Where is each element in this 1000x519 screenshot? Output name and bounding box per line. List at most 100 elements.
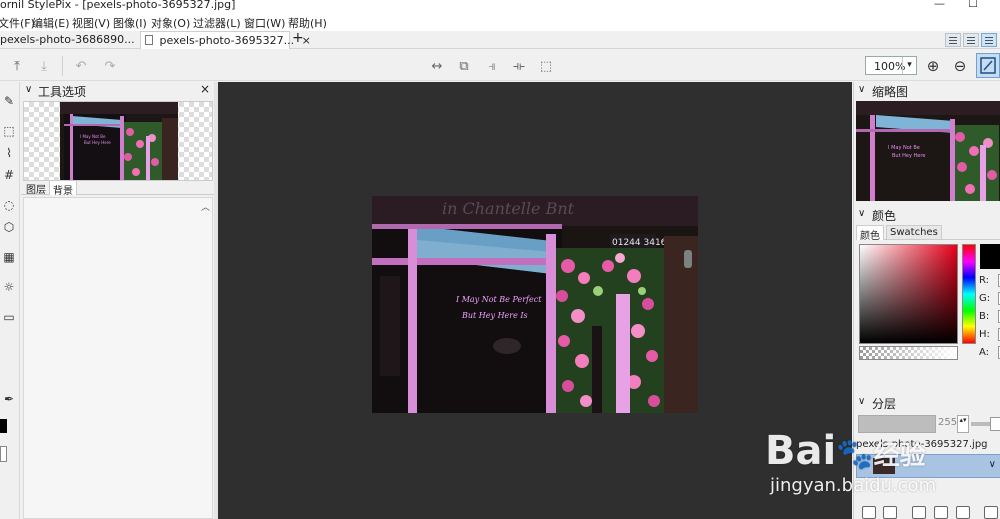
main-toolbar: ⤒ ⤓ ↶ ↷ ↔ ⧉ ⫣ ⟛ ⬚ 100% ▾ ⊕ ⊖ [0,50,1000,81]
layer-controls: 255 ▴▾ [856,415,1000,435]
subtab-background[interactable]: 背景 [49,180,77,197]
channel-r-label: R: [979,275,990,286]
layer-thumbnail [873,458,895,474]
crop-canvas-icon[interactable]: ⬚ [537,57,555,75]
layers-icon[interactable]: ⧉ [455,57,473,75]
svg-text:But Hey Here: But Hey Here [84,140,111,145]
toolbar-divider [62,56,63,76]
chevron-down-icon[interactable]: ∨ [989,459,996,470]
tab-color[interactable]: 颜色 [856,225,884,242]
collapse-icon[interactable]: ∨ [25,84,32,95]
paperclip-icon[interactable]: ✎ [0,94,18,110]
zoom-value: 100% [874,60,906,73]
background-color-swatch[interactable] [0,446,7,462]
menu-bar: 文件(F) 编辑(E) 视图(V) 图像(I) 对象(O) 过滤器(L) 窗口(… [0,13,1000,31]
view-mode-3-icon[interactable] [981,33,997,47]
foreground-color-swatch[interactable] [0,419,7,433]
merge-layer-icon[interactable] [934,506,948,519]
menu-file[interactable]: 文件(F) [0,15,35,31]
maximize-button[interactable]: ☐ [968,0,978,10]
menu-filter[interactable]: 过滤器(L) [193,15,241,31]
opacity-value[interactable]: 255 [938,417,957,428]
photo-neon-line2: But Hey Here Is [461,311,528,320]
channel-g-label: G: [979,293,991,304]
tab-document-1[interactable]: pexels-photo-3686890... [0,31,136,49]
collapse-icon[interactable]: ∨ [858,396,865,407]
tool-strip: ✎ ⬚ ⌇ # ◌ ⬡ ▦ ☼ ▭ ✒ [0,82,20,519]
eraser-icon[interactable]: ◌ [0,198,18,214]
hue-slider[interactable] [962,244,976,344]
channel-h-label: H: [979,329,990,340]
panel-title: 分层 [872,397,897,411]
channel-b-label: B: [979,311,990,322]
tab-document-2[interactable]: pexels-photo-3695327... × [140,31,311,49]
gradient-icon[interactable]: ▦ [0,250,18,266]
subtab-layer[interactable]: 图层 [23,180,49,196]
copy-layer-icon[interactable] [912,506,926,519]
color-header: ∨ 颜色 [854,206,1000,224]
right-panels: ∨ 缩略图 I May Not Be But Hey Here ∨ 颜色 颜色 … [853,82,1000,519]
lasso-icon[interactable]: ⌇ [0,146,18,162]
color-tabs: 颜色 Swatches [856,225,1000,242]
opacity-slider[interactable] [971,422,991,426]
new-tab-button[interactable]: + [292,30,304,46]
color-picker-field[interactable] [859,244,958,344]
minimize-button[interactable]: — [934,0,945,10]
scroll-up-icon[interactable]: ︿ [201,200,210,213]
align-icon[interactable]: ⫣ [483,57,501,75]
view-mode-1-icon[interactable] [945,33,961,47]
tab-label: pexels-photo-3695327... [159,34,295,47]
undo-icon[interactable]: ↶ [72,57,90,75]
view-mode-2-icon[interactable] [963,33,979,47]
navigator-thumbnail[interactable]: I May Not Be But Hey Here [856,101,1000,201]
layer-name: pexels-photo-3695327.jpg [856,439,988,450]
zoom-select[interactable]: 100% ▾ [865,56,917,75]
eyedropper-icon[interactable]: ✒ [0,392,18,408]
export-layer-icon[interactable] [956,506,970,519]
rect-select-icon[interactable]: ⬚ [0,124,18,140]
chevron-down-icon[interactable]: ▾ [902,57,916,74]
redo-icon[interactable]: ↷ [101,57,119,75]
menu-object[interactable]: 对象(O) [151,15,190,31]
tab-swatches[interactable]: Swatches [886,225,942,240]
document-tabs: pexels-photo-3686890... pexels-photo-369… [0,30,1000,49]
photo-neon-line1: I May Not Be Perfect [455,295,542,304]
alpha-slider[interactable] [859,346,958,360]
layers-header: ∨ 分层 [854,394,1000,412]
download-icon[interactable]: ⤓ [35,57,53,75]
panel-title: 工具选项 [38,85,87,99]
menu-help[interactable]: 帮助(H) [288,15,327,31]
title-bar: ornil StylePix - [pexels-photo-3695327.j… [0,0,1000,13]
menu-window[interactable]: 窗口(W) [244,15,285,31]
duplicate-layer-icon[interactable] [883,506,897,519]
photo-sign-text: in Chantelle Bnt [442,199,575,218]
delete-layer-icon[interactable] [984,506,998,519]
flip-horizontal-icon[interactable]: ↔ [428,57,446,75]
menu-edit[interactable]: 编辑(E) [32,15,70,31]
blend-mode-select[interactable] [858,415,936,433]
upload-icon[interactable]: ⤒ [8,57,26,75]
shapes-icon[interactable]: ⬡ [0,220,18,236]
panel-title: 缩略图 [872,85,909,99]
opacity-slider-handle[interactable] [990,417,1000,431]
close-icon[interactable]: × [200,82,210,96]
crop-icon[interactable]: # [0,168,18,184]
zoom-out-icon[interactable]: ⊖ [951,57,969,75]
svg-text:I May Not Be: I May Not Be [80,134,106,139]
rectangle-icon[interactable]: ▭ [0,310,18,326]
distribute-icon[interactable]: ⟛ [510,57,528,75]
menu-image[interactable]: 图像(I) [113,15,147,31]
current-color-swatch[interactable] [980,244,1000,269]
menu-view[interactable]: 视图(V) [72,15,110,31]
collapse-icon[interactable]: ∨ [858,84,865,95]
layer-row[interactable]: ∨ [856,454,1000,478]
tool-options-subtabs: 图层 背景 [21,180,214,197]
photo-image: in Chantelle Bnt I May Not Be Perfect Bu… [372,196,698,413]
brightness-icon[interactable]: ☼ [0,280,18,296]
canvas-area[interactable]: in Chantelle Bnt I May Not Be Perfect Bu… [218,82,852,519]
opacity-stepper[interactable]: ▴▾ [957,415,969,433]
collapse-icon[interactable]: ∨ [858,208,865,219]
zoom-in-icon[interactable]: ⊕ [924,57,942,75]
fit-window-icon[interactable] [976,53,1000,78]
new-layer-icon[interactable] [862,506,876,519]
